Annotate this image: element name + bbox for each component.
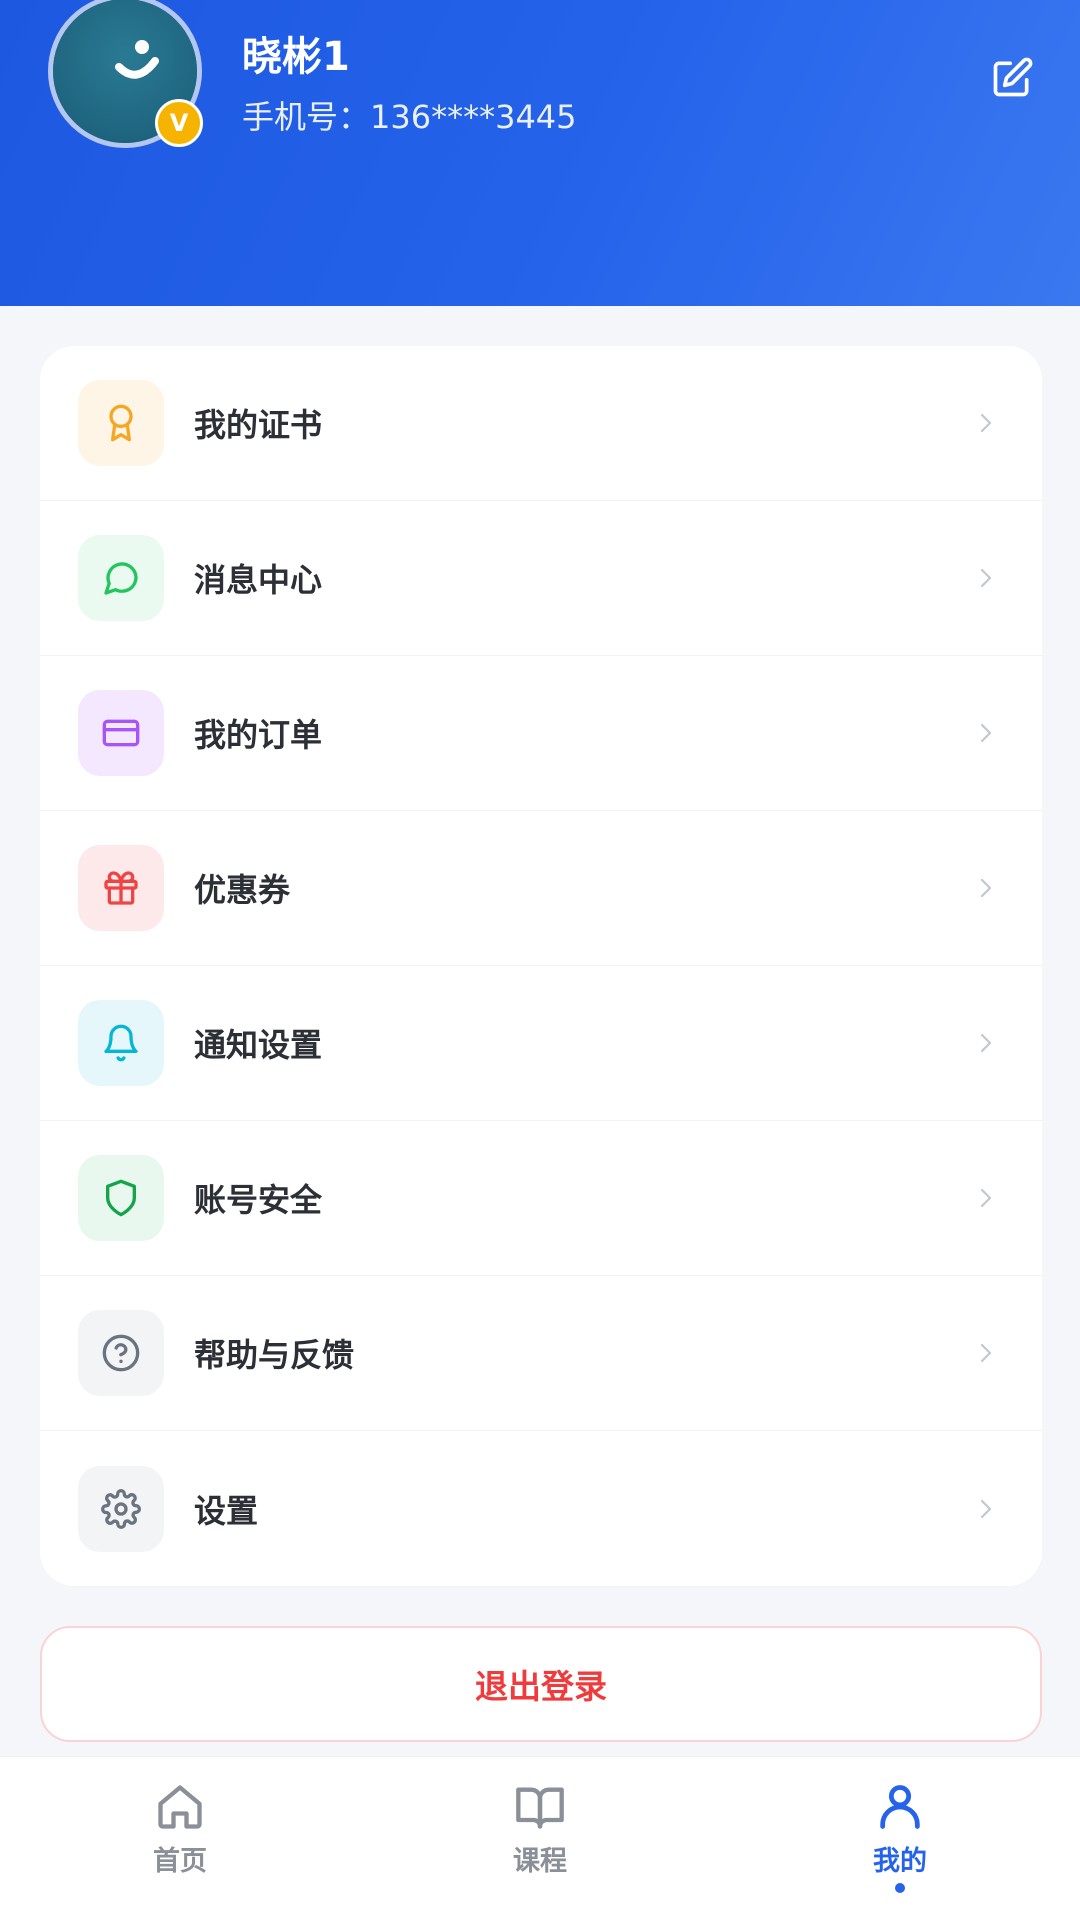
menu-item-messages[interactable]: 消息中心 bbox=[40, 501, 1042, 656]
nav-item-courses[interactable]: 课程 bbox=[360, 1757, 720, 1920]
user-phone: 手机号：136****3445 bbox=[242, 98, 577, 136]
chevron-right-icon bbox=[974, 411, 998, 435]
chevron-right-icon bbox=[974, 876, 998, 900]
chevron-right-icon bbox=[974, 1186, 998, 1210]
user-name: 晓彬1 bbox=[242, 34, 350, 80]
edit-icon bbox=[993, 57, 1033, 97]
nav-label: 课程 bbox=[513, 1846, 567, 1877]
chevron-right-icon bbox=[974, 566, 998, 590]
help-icon bbox=[102, 1334, 140, 1372]
nav-item-mine[interactable]: 我的 bbox=[720, 1757, 1080, 1920]
bell-icon bbox=[104, 1024, 138, 1062]
nav-label: 首页 bbox=[153, 1846, 207, 1877]
menu-item-label: 设置 bbox=[194, 1491, 259, 1530]
menu-item-label: 账号安全 bbox=[194, 1181, 323, 1219]
menu-list: 我的证书 消息中心 我的订单 优惠券 通知设置 账号安全 帮助与反馈 设置 bbox=[40, 346, 1042, 1586]
chevron-right-icon bbox=[974, 1497, 998, 1521]
nav-label: 我的 bbox=[873, 1846, 927, 1877]
vip-badge: V bbox=[155, 99, 203, 147]
bottom-nav: 首页 课程 我的 bbox=[0, 1756, 1080, 1920]
chevron-right-icon bbox=[974, 721, 998, 745]
logout-button[interactable]: 退出登录 bbox=[40, 1626, 1042, 1742]
user-icon bbox=[880, 1785, 920, 1829]
menu-item-label: 消息中心 bbox=[194, 561, 323, 599]
menu-item-settings[interactable]: 设置 bbox=[40, 1431, 1042, 1586]
chevron-right-icon bbox=[974, 1341, 998, 1365]
active-indicator bbox=[895, 1883, 905, 1893]
menu-item-label: 我的订单 bbox=[194, 716, 323, 754]
menu-item-coupons[interactable]: 优惠券 bbox=[40, 811, 1042, 966]
message-icon bbox=[104, 562, 138, 595]
edit-profile-button[interactable] bbox=[986, 52, 1038, 104]
chevron-right-icon bbox=[974, 1031, 998, 1055]
menu-item-label: 优惠券 bbox=[194, 871, 291, 909]
menu-item-label: 通知设置 bbox=[194, 1026, 323, 1064]
shield-icon bbox=[106, 1179, 136, 1217]
menu-item-certificates[interactable]: 我的证书 bbox=[40, 346, 1042, 501]
menu-item-help-feedback[interactable]: 帮助与反馈 bbox=[40, 1276, 1042, 1431]
book-icon bbox=[516, 1787, 564, 1829]
menu-item-orders[interactable]: 我的订单 bbox=[40, 656, 1042, 811]
menu-item-label: 帮助与反馈 bbox=[194, 1336, 355, 1374]
gift-icon bbox=[104, 871, 138, 905]
avatar[interactable]: V bbox=[48, 0, 203, 148]
card-icon bbox=[102, 719, 140, 747]
home-icon bbox=[158, 1785, 202, 1829]
menu-item-label: 我的证书 bbox=[194, 406, 323, 444]
menu-item-notification-settings[interactable]: 通知设置 bbox=[40, 966, 1042, 1121]
gear-icon bbox=[101, 1488, 141, 1529]
nav-item-home[interactable]: 首页 bbox=[0, 1757, 360, 1920]
profile-header: V 晓彬1 手机号：136****3445 bbox=[0, 0, 1080, 306]
award-icon bbox=[109, 404, 133, 442]
menu-item-account-security[interactable]: 账号安全 bbox=[40, 1121, 1042, 1276]
